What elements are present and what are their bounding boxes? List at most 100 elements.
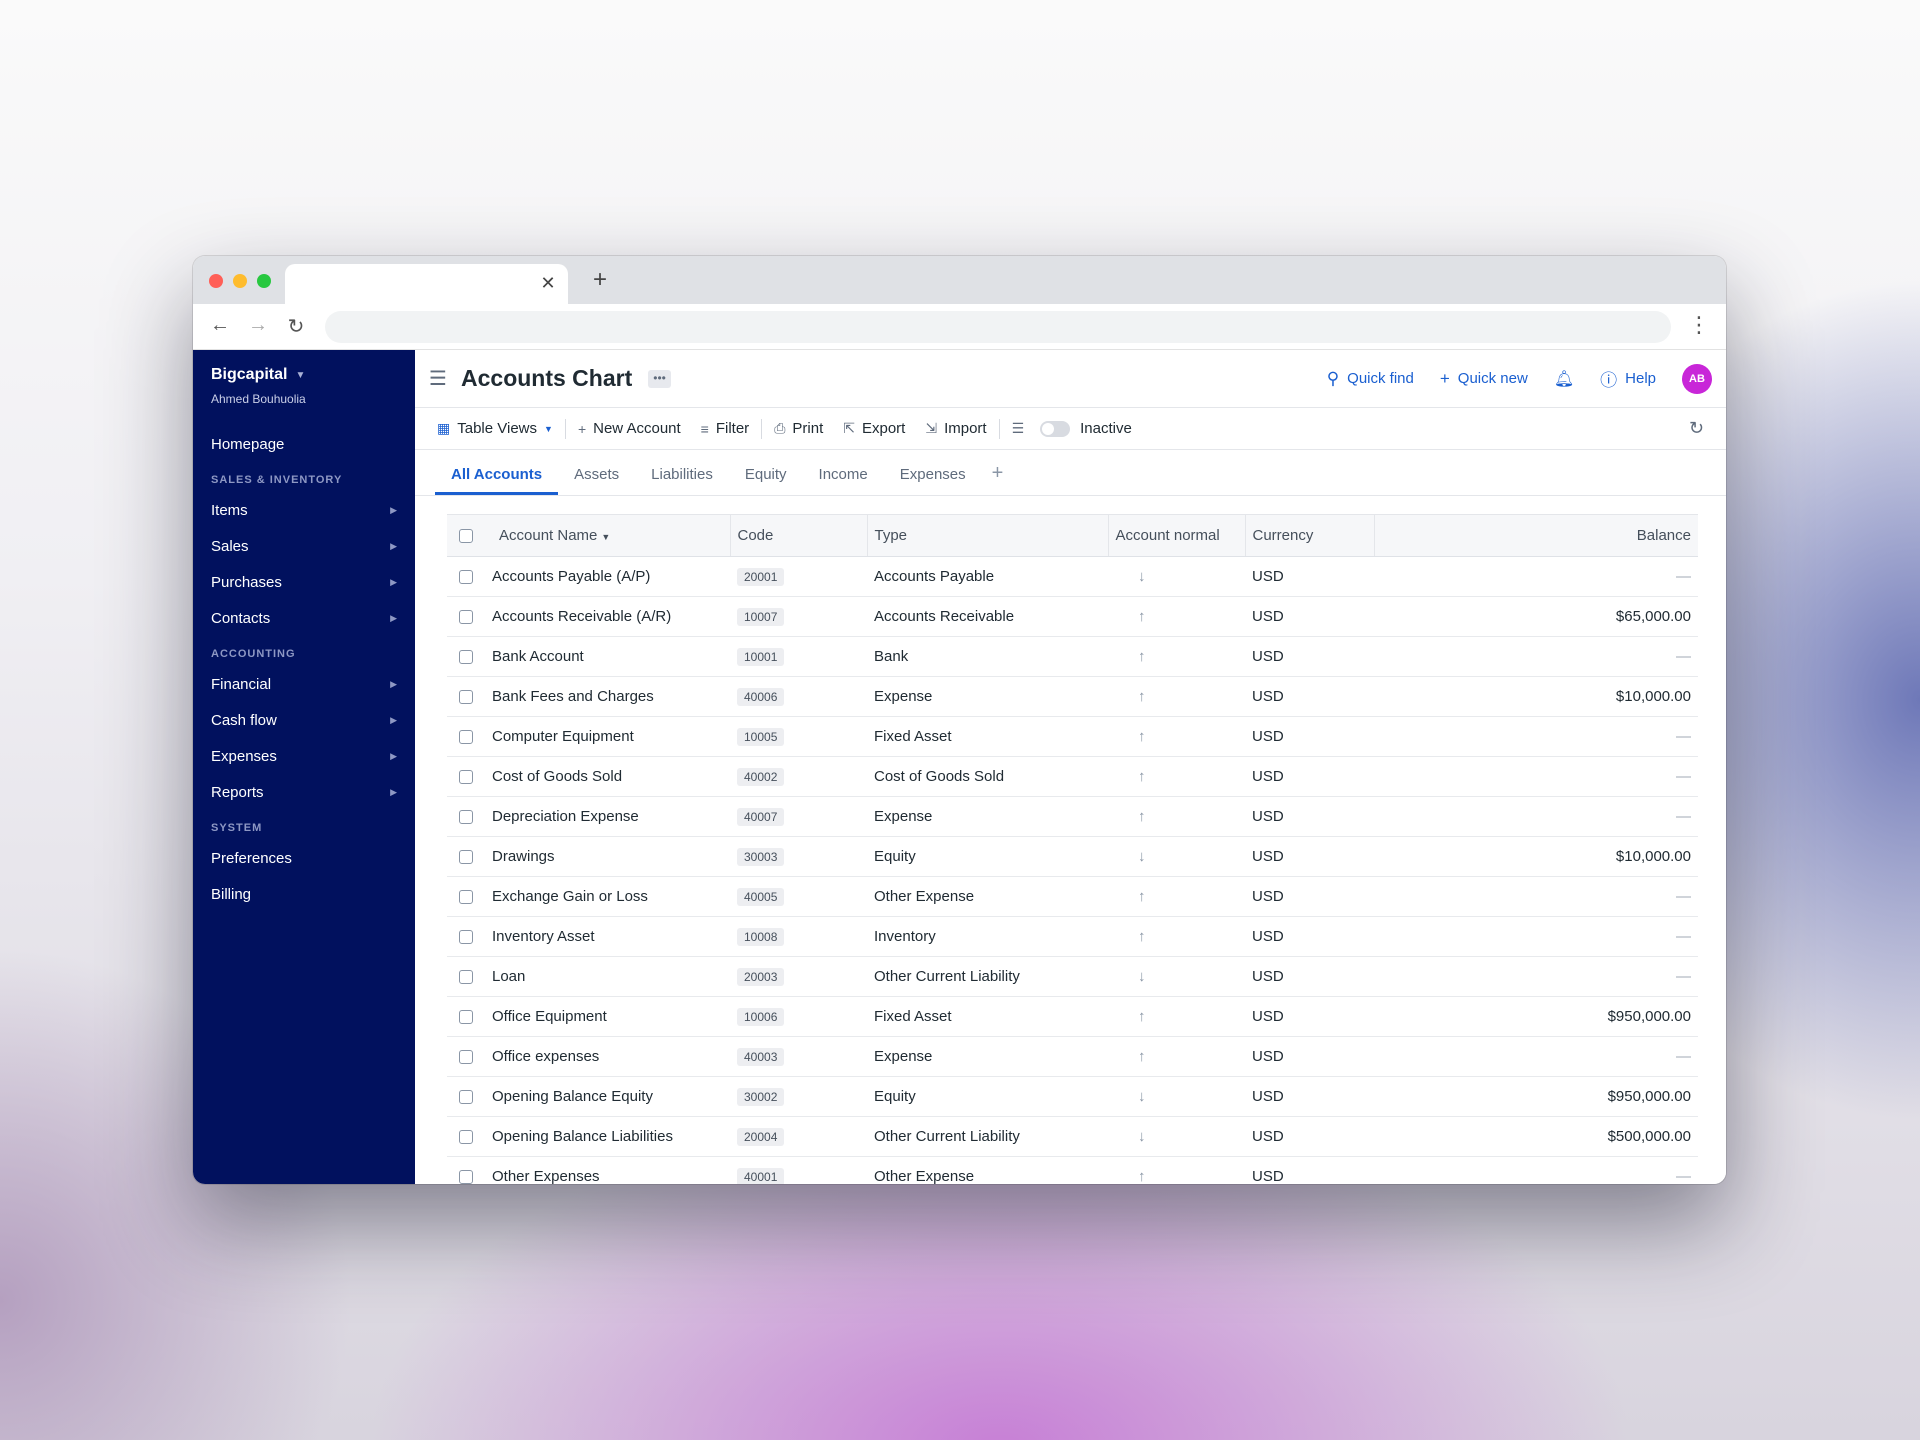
import-button[interactable]: ⇲ Import xyxy=(915,414,996,444)
table-row[interactable]: Other Expenses 40001 Other Expense ↑ USD — xyxy=(447,1156,1698,1184)
row-checkbox[interactable] xyxy=(459,650,473,665)
table-row[interactable]: Opening Balance Liabilities 20004 Other Cu… xyxy=(447,1116,1698,1157)
account-currency: USD xyxy=(1245,636,1374,677)
caret-right-icon: ▶ xyxy=(390,750,397,761)
row-checkbox[interactable] xyxy=(459,810,473,825)
refresh-icon[interactable]: ↻ xyxy=(1689,418,1704,439)
help-button[interactable]: ⓘ Help xyxy=(1600,366,1656,391)
account-currency: USD xyxy=(1245,1036,1374,1077)
forward-icon[interactable]: → xyxy=(245,314,271,337)
col-account-name[interactable]: Account Name ▼ xyxy=(485,514,730,557)
tab-equity[interactable]: Equity xyxy=(729,466,803,495)
arrow-up-icon: ↑ xyxy=(1138,688,1146,705)
table-row[interactable]: Bank Account 10001 Bank ↑ USD — xyxy=(447,636,1698,677)
row-checkbox[interactable] xyxy=(459,1010,473,1025)
more-options-button[interactable]: ••• xyxy=(648,369,671,388)
row-checkbox[interactable] xyxy=(459,930,473,945)
quick-new-button[interactable]: + Quick new xyxy=(1440,369,1528,389)
notifications-bell-icon[interactable]: 🔔︎ xyxy=(1554,369,1574,389)
sidebar-item-financial[interactable]: Financial ▶ xyxy=(193,666,415,702)
table-views-button[interactable]: ▦ Table Views ▼ xyxy=(437,414,563,444)
column-settings-button[interactable]: ☰ xyxy=(1002,414,1035,444)
table-row[interactable]: Office Equipment 10006 Fixed Asset ↑ USD $950… xyxy=(447,996,1698,1037)
account-normal-cell: ↑ xyxy=(1108,716,1245,757)
tab-close-icon[interactable]: ✕ xyxy=(538,273,558,294)
col-type[interactable]: Type xyxy=(866,514,1108,557)
account-code-badge: 10008 xyxy=(737,927,785,946)
col-account-normal[interactable]: Account normal xyxy=(1107,514,1245,557)
row-checkbox[interactable] xyxy=(459,1170,473,1184)
add-view-icon[interactable]: + xyxy=(982,462,1014,495)
row-checkbox[interactable] xyxy=(459,610,473,625)
url-field[interactable] xyxy=(325,311,1671,343)
print-button[interactable]: ⎙ Print xyxy=(764,414,833,444)
filter-button[interactable]: ≡ Filter xyxy=(691,414,760,444)
tab-liabilities[interactable]: Liabilities xyxy=(635,466,729,495)
table-row[interactable]: Exchange Gain or Loss 40005 Other Expense ↑… xyxy=(447,876,1698,917)
sidebar-item-billing[interactable]: Billing xyxy=(193,876,415,912)
account-code-badge: 20001 xyxy=(737,567,785,586)
table-row[interactable]: Cost of Goods Sold 40002 Cost of Goods Sol… xyxy=(447,756,1698,797)
sidebar-item-purchases[interactable]: Purchases ▶ xyxy=(193,564,415,600)
new-account-button[interactable]: + New Account xyxy=(568,414,691,444)
table-row[interactable]: Depreciation Expense 40007 Expense ↑ USD — xyxy=(447,796,1698,837)
table-row[interactable]: Accounts Receivable (A/R) 10007 Accounts R… xyxy=(447,596,1698,637)
new-tab-icon[interactable]: + xyxy=(585,266,615,294)
row-checkbox[interactable] xyxy=(459,570,473,585)
row-checkbox[interactable] xyxy=(459,1090,473,1105)
row-checkbox[interactable] xyxy=(459,970,473,985)
table-row[interactable]: Bank Fees and Charges 40006 Expense ↑ USD $10… xyxy=(447,676,1698,717)
row-checkbox[interactable] xyxy=(459,1050,473,1065)
table-row[interactable]: Loan 20003 Other Current Liability ↓ USD — xyxy=(447,956,1698,997)
reload-icon[interactable]: ↻ xyxy=(283,314,309,339)
sidebar-item-preferences[interactable]: Preferences xyxy=(193,840,415,876)
col-currency[interactable]: Currency xyxy=(1244,514,1374,557)
hamburger-menu-icon[interactable]: ☰ xyxy=(429,366,453,391)
minimize-window-button[interactable] xyxy=(233,274,247,288)
maximize-window-button[interactable] xyxy=(257,274,271,288)
table-row[interactable]: Office expenses 40003 Expense ↑ USD — xyxy=(447,1036,1698,1077)
row-checkbox[interactable] xyxy=(459,1130,473,1145)
row-select-cell xyxy=(447,796,485,837)
sidebar-section-system: SYSTEM xyxy=(211,822,263,834)
row-select-cell xyxy=(447,996,485,1037)
sidebar-item-cash-flow[interactable]: Cash flow ▶ xyxy=(193,702,415,738)
row-select-cell xyxy=(447,756,485,797)
col-balance[interactable]: Balance xyxy=(1373,514,1698,557)
account-normal-cell: ↑ xyxy=(1108,876,1245,917)
quick-find-button[interactable]: ⚲ Quick find xyxy=(1327,369,1414,389)
inactive-toggle[interactable] xyxy=(1040,420,1071,437)
table-row[interactable]: Computer Equipment 10005 Fixed Asset ↑ USD — xyxy=(447,716,1698,757)
export-button[interactable]: ⇱ Export xyxy=(833,414,915,444)
arrow-up-icon: ↑ xyxy=(1138,648,1146,665)
row-checkbox[interactable] xyxy=(459,890,473,905)
sidebar-item-contacts[interactable]: Contacts ▶ xyxy=(193,600,415,636)
org-switcher[interactable]: Bigcapital ▼ Ahmed Bouhuolia xyxy=(193,366,415,406)
close-window-button[interactable] xyxy=(209,274,223,288)
row-checkbox[interactable] xyxy=(459,770,473,785)
table-row[interactable]: Inventory Asset 10008 Inventory ↑ USD — xyxy=(447,916,1698,957)
back-icon[interactable]: ← xyxy=(207,314,233,337)
caret-right-icon: ▶ xyxy=(390,540,397,551)
sidebar-item-expenses[interactable]: Expenses ▶ xyxy=(193,738,415,774)
col-code[interactable]: Code xyxy=(729,514,867,557)
row-checkbox[interactable] xyxy=(459,690,473,705)
row-checkbox[interactable] xyxy=(459,850,473,865)
table-row[interactable]: Accounts Payable (A/P) 20001 Accounts Paya… xyxy=(447,556,1698,597)
row-checkbox[interactable] xyxy=(459,730,473,745)
browser-menu-icon[interactable]: ⋮ xyxy=(1688,312,1710,338)
sidebar-item-items[interactable]: Items ▶ xyxy=(193,492,415,528)
browser-tab[interactable]: ✕ xyxy=(285,264,568,304)
sidebar-item-reports[interactable]: Reports ▶ xyxy=(193,774,415,810)
tab-expenses[interactable]: Expenses xyxy=(884,466,982,495)
table-row[interactable]: Opening Balance Equity 30002 Equity ↓ USD $95… xyxy=(447,1076,1698,1117)
tab-assets[interactable]: Assets xyxy=(558,466,635,495)
filter-icon: ≡ xyxy=(700,420,709,437)
table-row[interactable]: Drawings 30003 Equity ↓ USD $10,000.00 xyxy=(447,836,1698,877)
avatar[interactable]: AB xyxy=(1682,363,1712,394)
select-all-checkbox[interactable] xyxy=(459,529,473,544)
sidebar-item-sales[interactable]: Sales ▶ xyxy=(193,528,415,564)
sidebar-item-homepage[interactable]: Homepage xyxy=(193,426,415,462)
tab-income[interactable]: Income xyxy=(803,466,884,495)
tab-all-accounts[interactable]: All Accounts xyxy=(435,466,559,495)
